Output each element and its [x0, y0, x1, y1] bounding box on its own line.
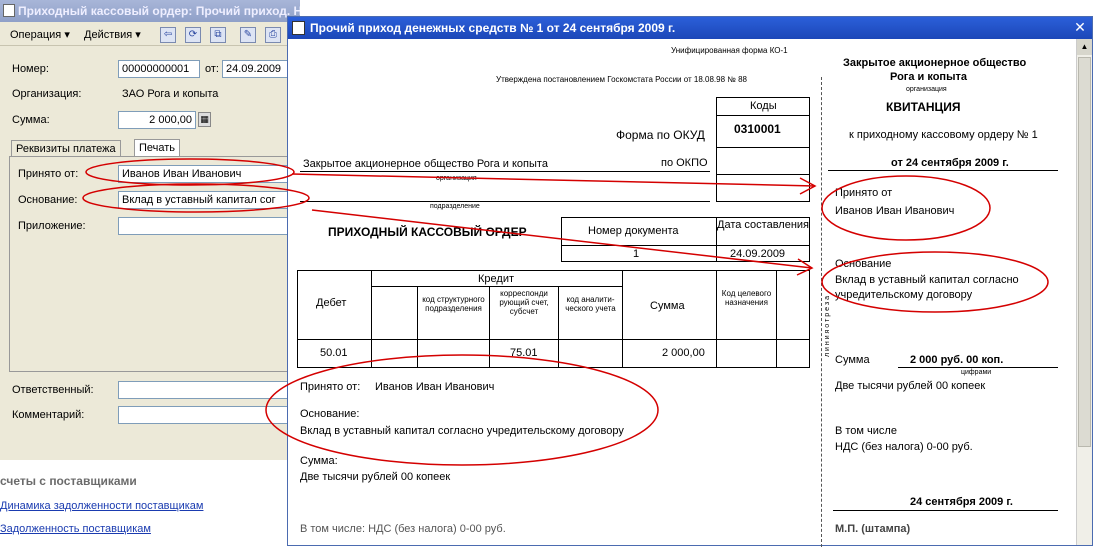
annotation-arrow-accepted — [291, 173, 816, 187]
annotation-ellipse-receipt-accepted — [821, 175, 991, 241]
annotation-ellipse-accepted — [85, 158, 295, 186]
annotation-ellipse-basis — [82, 183, 310, 213]
annotation-ellipse-doc-fields — [265, 354, 659, 466]
annotation-overlay — [82, 158, 1049, 466]
annotation-arrow-basis — [311, 209, 813, 269]
annotation-ellipse-receipt-basis — [821, 251, 1049, 313]
